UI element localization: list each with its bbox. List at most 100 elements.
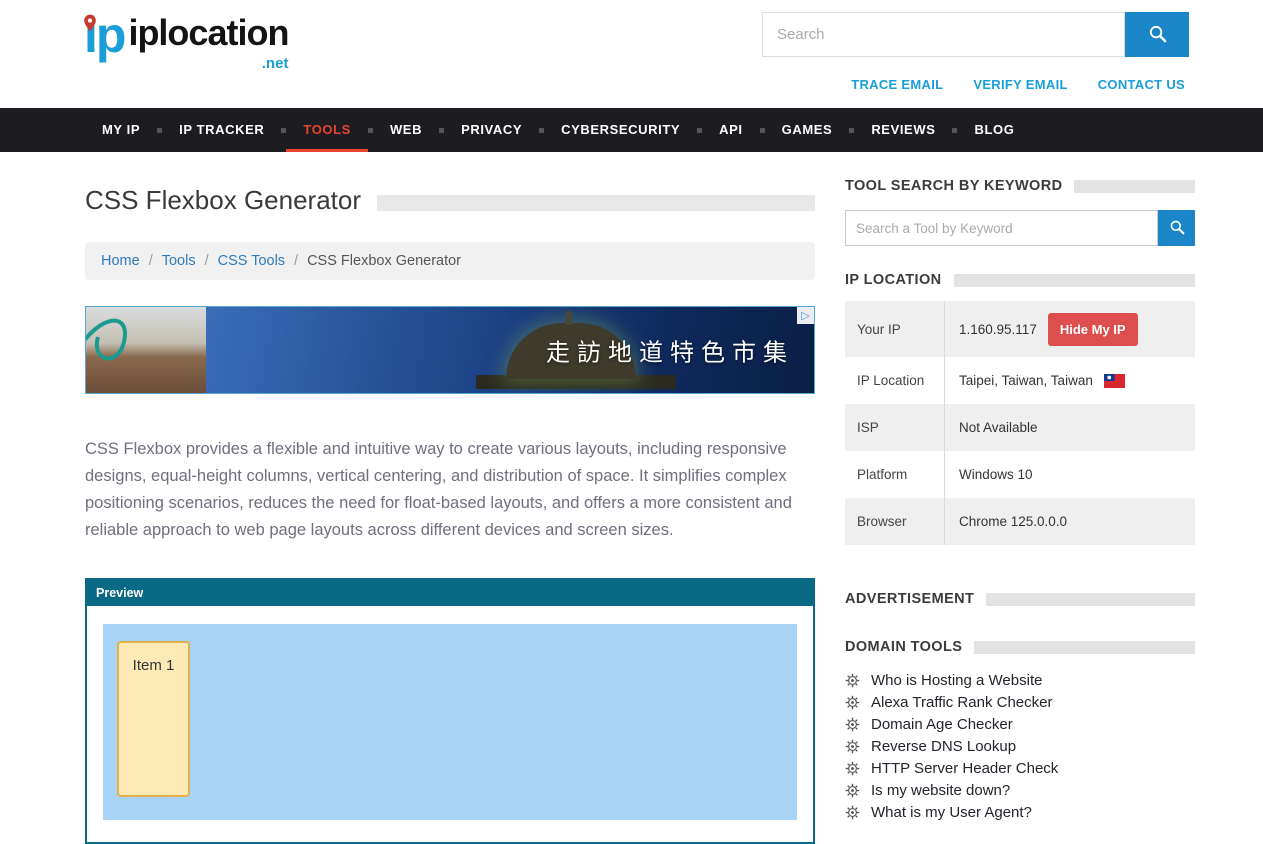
contact-us-link[interactable]: CONTACT US — [1098, 77, 1185, 92]
ip-row-label: Browser — [845, 498, 945, 545]
nav-item-privacy[interactable]: PRIVACY — [444, 108, 539, 152]
search-button[interactable] — [1125, 12, 1189, 57]
domain-tools-list: Who is Hosting a Website Alexa Traffic R… — [845, 669, 1195, 823]
list-item-website-down[interactable]: Is my website down? — [845, 779, 1195, 801]
site-logo[interactable]: ip iplocation .net — [84, 12, 288, 58]
nav-item-web[interactable]: WEB — [373, 108, 439, 152]
your-ip-value: 1.160.95.117 — [959, 322, 1037, 337]
advertisement-heading: ADVERTISEMENT — [845, 591, 974, 607]
breadcrumb-separator: / — [149, 253, 153, 269]
verify-email-link[interactable]: VERIFY EMAIL — [973, 77, 1067, 92]
page-title: CSS Flexbox Generator — [85, 185, 361, 216]
gear-icon — [845, 805, 860, 820]
table-row: IP Location Taipei, Taiwan, Taiwan — [845, 357, 1195, 404]
logo-mark: ip — [84, 13, 124, 58]
ip-location-value: Taipei, Taiwan, Taiwan — [959, 373, 1093, 388]
header-links: TRACE EMAIL VERIFY EMAIL CONTACT US — [851, 77, 1185, 92]
list-item-reverse-dns[interactable]: Reverse DNS Lookup — [845, 735, 1195, 757]
flexbox-preview: Preview Item 1 — [85, 578, 815, 844]
ip-info-table: Your IP 1.160.95.117 Hide My IP IP Locat… — [845, 301, 1195, 545]
ad-banner[interactable]: 走訪地道特色市集 ▷ — [85, 306, 815, 394]
heading-decoration-bar — [1074, 180, 1195, 193]
logo-wordmark: iplocation .net — [128, 12, 288, 58]
breadcrumb: Home / Tools / CSS Tools / CSS Flexbox G… — [85, 242, 815, 280]
list-item-label: Domain Age Checker — [871, 716, 1013, 733]
table-row: Your IP 1.160.95.117 Hide My IP — [845, 301, 1195, 357]
trace-email-link[interactable]: TRACE EMAIL — [851, 77, 943, 92]
site-search — [762, 12, 1189, 57]
heading-decoration-bar — [986, 593, 1195, 606]
breadcrumb-tools[interactable]: Tools — [162, 253, 196, 269]
gear-icon — [845, 673, 860, 688]
logo-tld: .net — [262, 55, 289, 72]
table-row: Browser Chrome 125.0.0.0 — [845, 498, 1195, 545]
flex-item-1: Item 1 — [117, 641, 190, 797]
gear-icon — [845, 695, 860, 710]
hide-my-ip-button[interactable]: Hide My IP — [1048, 313, 1138, 346]
main-content: CSS Flexbox Generator Home / Tools / CSS… — [85, 185, 815, 844]
breadcrumb-separator: / — [294, 253, 298, 269]
nav-item-blog[interactable]: BLOG — [957, 108, 1031, 152]
nav-item-cybersecurity[interactable]: CYBERSECURITY — [544, 108, 697, 152]
tool-search-heading-row: TOOL SEARCH BY KEYWORD — [845, 178, 1195, 194]
main-nav: MY IP IP TRACKER TOOLS WEB PRIVACY CYBER… — [0, 108, 1263, 152]
search-input[interactable] — [762, 12, 1125, 57]
search-icon — [1148, 24, 1167, 46]
isp-value: Not Available — [959, 420, 1038, 435]
list-item-label: Reverse DNS Lookup — [871, 738, 1016, 755]
ad-image-left — [86, 307, 206, 393]
nav-item-reviews[interactable]: REVIEWS — [854, 108, 952, 152]
breadcrumb-css-tools[interactable]: CSS Tools — [218, 253, 285, 269]
ip-location-heading: IP LOCATION — [845, 272, 942, 288]
domain-tools-heading-row: DOMAIN TOOLS — [845, 639, 1195, 655]
domain-tools-heading: DOMAIN TOOLS — [845, 639, 962, 655]
ip-row-label: IP Location — [845, 357, 945, 404]
nav-item-my-ip[interactable]: MY IP — [85, 108, 157, 152]
breadcrumb-home[interactable]: Home — [101, 253, 140, 269]
list-item-label: Who is Hosting a Website — [871, 672, 1042, 689]
nav-item-games[interactable]: GAMES — [765, 108, 850, 152]
taiwan-flag-icon — [1104, 374, 1125, 388]
ad-building-spire — [566, 311, 572, 325]
logo-text: iplocation — [128, 12, 288, 53]
list-item-domain-age[interactable]: Domain Age Checker — [845, 713, 1195, 735]
preview-body: Item 1 — [87, 606, 813, 842]
gear-icon — [845, 761, 860, 776]
adchoices-icon[interactable]: ▷ — [797, 307, 814, 324]
table-row: Platform Windows 10 — [845, 451, 1195, 498]
tool-search-input[interactable] — [845, 210, 1158, 246]
nav-item-api[interactable]: API — [702, 108, 759, 152]
gear-icon — [845, 739, 860, 754]
ad-image-main: 走訪地道特色市集 ▷ — [206, 307, 814, 393]
preview-header-label: Preview — [87, 580, 813, 606]
heading-decoration-bar — [954, 274, 1195, 287]
ip-row-label: ISP — [845, 404, 945, 451]
list-item-http-header[interactable]: HTTP Server Header Check — [845, 757, 1195, 779]
ip-row-label: Platform — [845, 451, 945, 498]
location-pin-icon — [80, 0, 100, 42]
nav-item-tools[interactable]: TOOLS — [286, 108, 368, 152]
title-decoration-bar — [377, 195, 815, 211]
ip-row-label: Your IP — [845, 301, 945, 357]
list-item-label: Is my website down? — [871, 782, 1010, 799]
list-item-hosting-checker[interactable]: Who is Hosting a Website — [845, 669, 1195, 691]
advertisement-heading-row: ADVERTISEMENT — [845, 591, 1195, 607]
nav-item-ip-tracker[interactable]: IP TRACKER — [162, 108, 281, 152]
ip-location-heading-row: IP LOCATION — [845, 272, 1195, 288]
list-item-user-agent[interactable]: What is my User Agent? — [845, 801, 1195, 823]
tool-search — [845, 210, 1195, 246]
flex-container: Item 1 — [103, 624, 797, 820]
list-item-label: HTTP Server Header Check — [871, 760, 1058, 777]
top-header: ip iplocation .net TRACE EMAIL VERIFY EM… — [0, 0, 1263, 108]
tool-search-heading: TOOL SEARCH BY KEYWORD — [845, 178, 1062, 194]
list-item-label: Alexa Traffic Rank Checker — [871, 694, 1052, 711]
tool-search-button[interactable] — [1158, 210, 1195, 246]
ad-squiggle-graphic — [86, 307, 206, 393]
search-icon — [1169, 219, 1185, 238]
sidebar: TOOL SEARCH BY KEYWORD IP LOCATION Your … — [845, 178, 1195, 823]
ad-caption-text: 走訪地道特色市集 — [546, 333, 794, 368]
list-item-alexa-rank[interactable]: Alexa Traffic Rank Checker — [845, 691, 1195, 713]
heading-decoration-bar — [974, 641, 1195, 654]
breadcrumb-current: CSS Flexbox Generator — [307, 253, 461, 269]
gear-icon — [845, 717, 860, 732]
